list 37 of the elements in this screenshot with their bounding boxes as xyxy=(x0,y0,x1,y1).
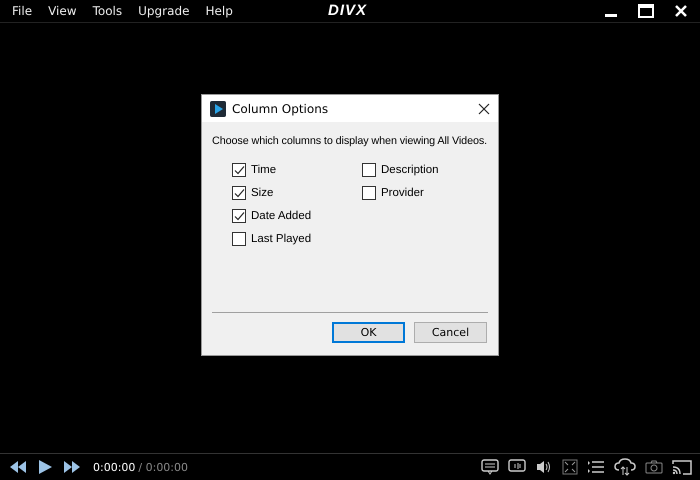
play-icon xyxy=(210,100,226,116)
rewind-icon[interactable] xyxy=(8,460,28,474)
ok-button[interactable]: OK xyxy=(332,322,405,343)
elapsed-time: 0:00:00 xyxy=(93,460,136,474)
duration-time: / 0:00:00 xyxy=(138,460,188,474)
volume-icon[interactable] xyxy=(535,459,553,475)
cloud-icon[interactable] xyxy=(614,458,636,476)
cast-icon[interactable] xyxy=(672,459,692,475)
checkbox-label[interactable]: Last Played xyxy=(251,233,312,245)
menu-item[interactable]: Tools xyxy=(84,4,130,18)
camera-icon[interactable] xyxy=(645,459,663,475)
cancel-button[interactable]: Cancel xyxy=(414,322,487,343)
close-icon[interactable] xyxy=(478,102,490,114)
logo: DIVX xyxy=(328,2,368,19)
playlist-icon[interactable] xyxy=(587,459,605,475)
prompt-text: Choose which columns to display when viewing All Videos. xyxy=(212,135,488,147)
checkbox[interactable] xyxy=(232,232,246,246)
checkbox[interactable] xyxy=(232,163,246,177)
checkbox-label[interactable]: Size xyxy=(251,187,274,199)
checkbox[interactable] xyxy=(362,163,376,177)
subtitles-icon[interactable] xyxy=(481,459,499,475)
checkbox[interactable] xyxy=(232,186,246,200)
maximize-icon[interactable] xyxy=(638,4,654,18)
menu-item[interactable]: Upgrade xyxy=(130,4,198,18)
checkbox-label[interactable]: Provider xyxy=(381,187,424,199)
fast-forward-icon[interactable] xyxy=(62,460,82,474)
menu-item[interactable]: File xyxy=(4,4,40,18)
checkbox-label[interactable]: Description xyxy=(381,164,439,176)
fullscreen-icon[interactable] xyxy=(562,459,578,475)
checkbox[interactable] xyxy=(362,186,376,200)
checkbox-label[interactable]: Date Added xyxy=(251,210,312,222)
dialog-title: Column Options xyxy=(232,102,328,116)
play-icon[interactable] xyxy=(37,459,53,475)
menu-item[interactable]: View xyxy=(40,4,85,18)
menu-item[interactable]: Help xyxy=(197,4,241,18)
checkbox-label[interactable]: Time xyxy=(251,164,276,176)
checkbox[interactable] xyxy=(232,209,246,223)
